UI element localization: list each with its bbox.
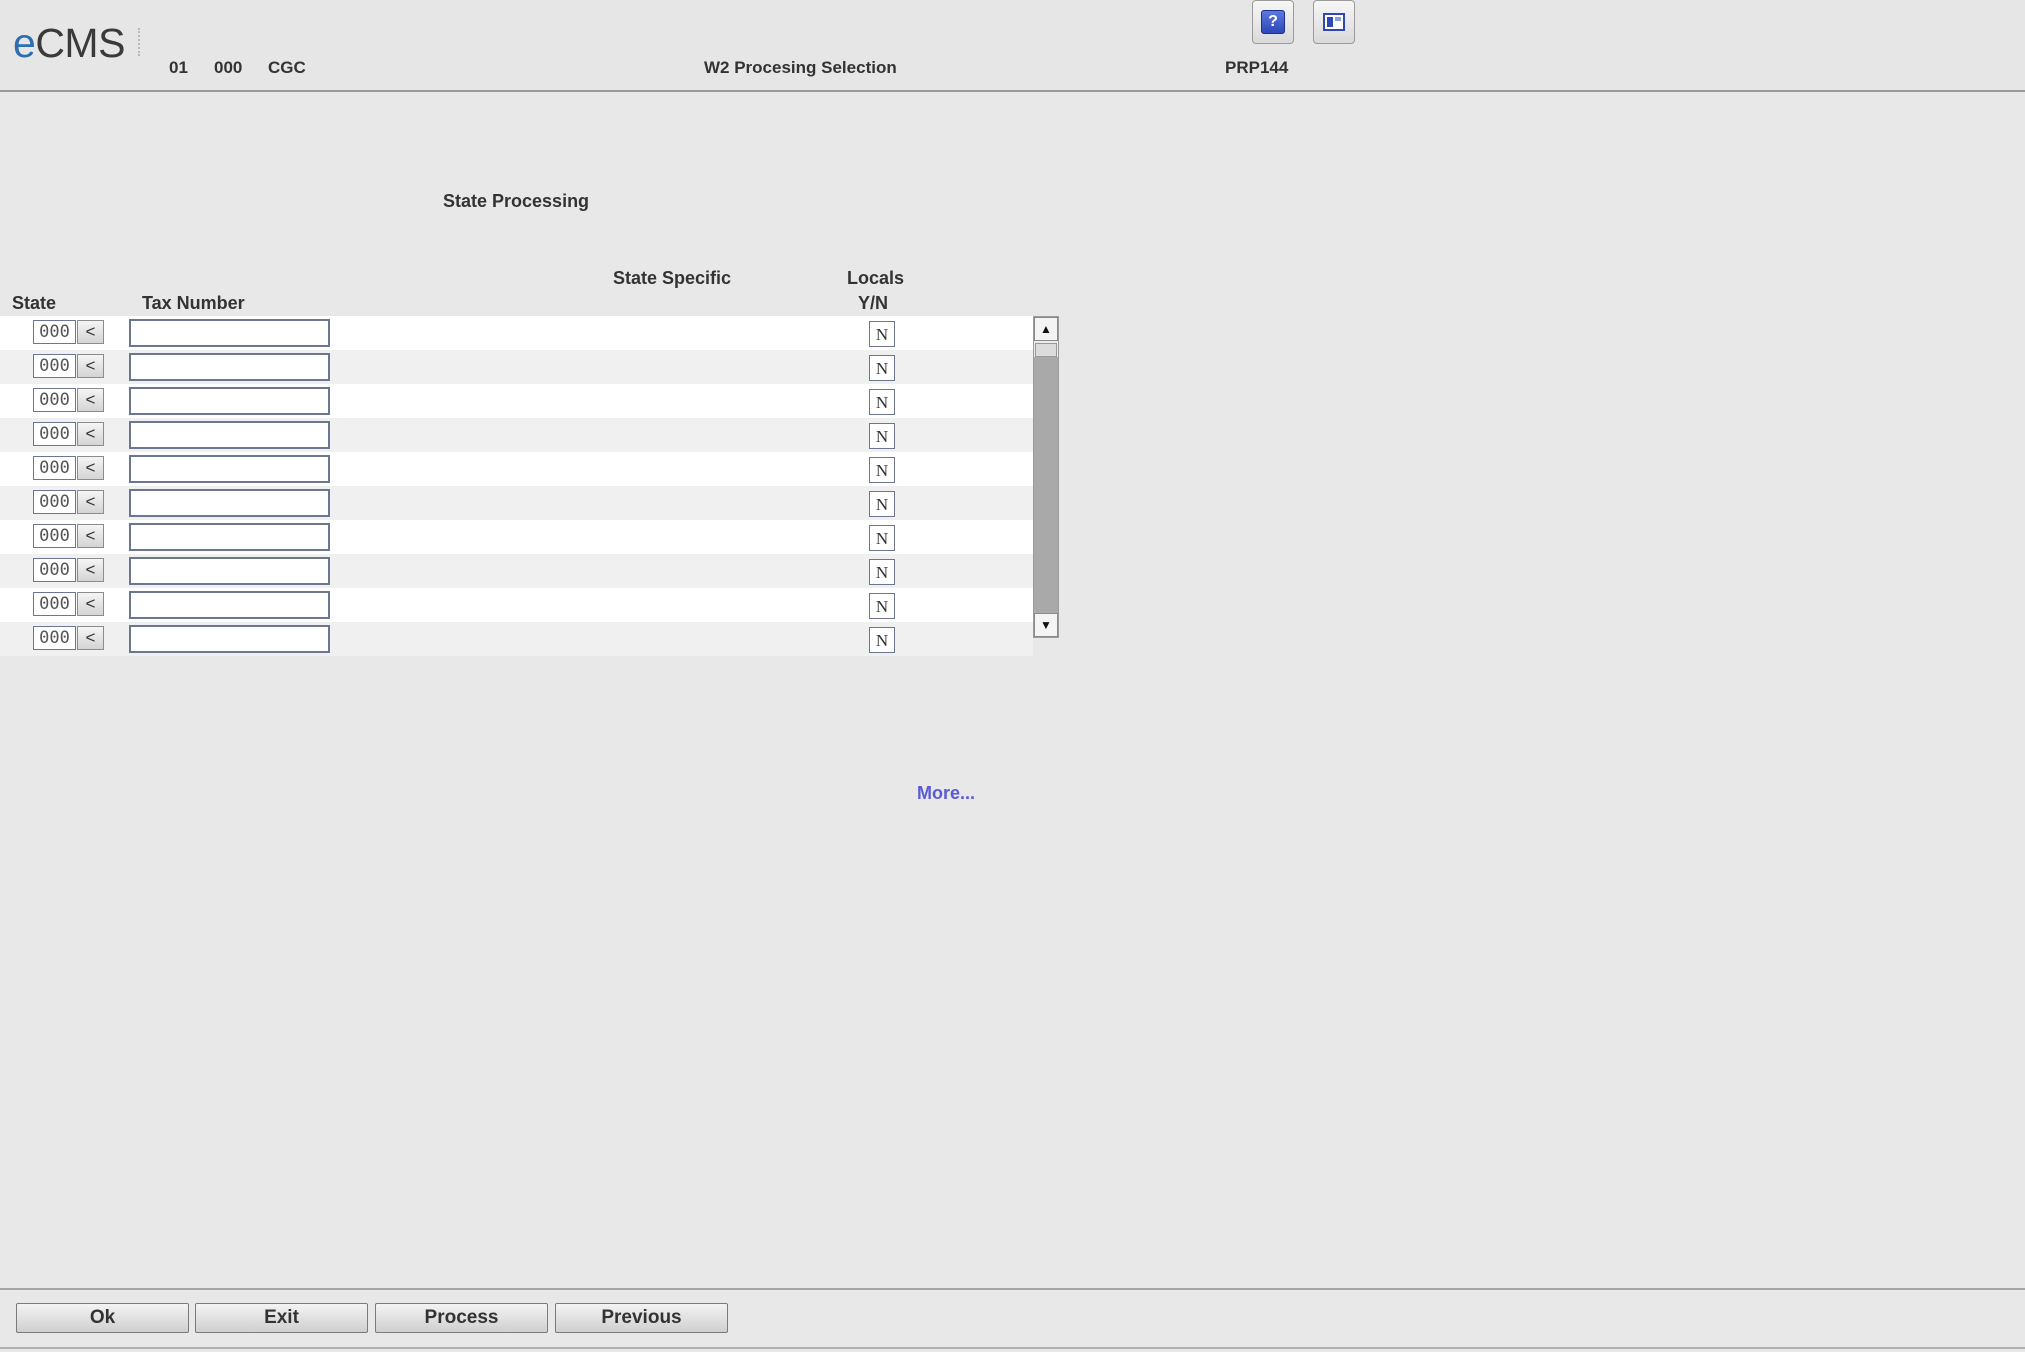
- state-code-field[interactable]: 000: [33, 626, 76, 650]
- state-prompt-button[interactable]: <: [77, 456, 104, 480]
- table-row: 000 < N: [0, 418, 1033, 452]
- table-row: 000 < N: [0, 554, 1033, 588]
- state-code-field[interactable]: 000: [33, 524, 76, 548]
- tax-number-input[interactable]: [129, 319, 330, 347]
- program-id: PRP144: [1225, 58, 1289, 77]
- locals-yn-field[interactable]: N: [869, 355, 895, 381]
- help-button[interactable]: ?: [1252, 0, 1294, 44]
- locals-yn-field[interactable]: N: [869, 559, 895, 585]
- tax-number-input[interactable]: [129, 421, 330, 449]
- state-prompt-button[interactable]: <: [77, 388, 104, 412]
- tax-number-input[interactable]: [129, 591, 330, 619]
- table-row: 000 < N: [0, 384, 1033, 418]
- column-header-locals-yn: Y/N: [858, 293, 889, 313]
- locals-yn-field[interactable]: N: [869, 457, 895, 483]
- scroll-track[interactable]: [1034, 357, 1058, 613]
- tax-number-input[interactable]: [129, 353, 330, 381]
- state-prompt-button[interactable]: <: [77, 558, 104, 582]
- state-code-field[interactable]: 000: [33, 490, 76, 514]
- tax-number-input[interactable]: [129, 387, 330, 415]
- previous-button[interactable]: Previous: [555, 1303, 728, 1333]
- scroll-up-icon[interactable]: ▲: [1034, 317, 1058, 341]
- state-code-field[interactable]: 000: [33, 422, 76, 446]
- tax-number-input[interactable]: [129, 625, 330, 653]
- locals-yn-field[interactable]: N: [869, 627, 895, 653]
- tax-number-input[interactable]: [129, 557, 330, 585]
- state-grid: 000 < N 000 < N 000 < N 000 < N 000 < N …: [0, 316, 1033, 656]
- scroll-thumb[interactable]: [1035, 343, 1057, 357]
- table-row: 000 < N: [0, 520, 1033, 554]
- question-mark-icon: ?: [1261, 10, 1285, 34]
- column-header-state-specific: State Specific: [613, 268, 732, 288]
- column-header-tax-number: Tax Number: [142, 293, 245, 313]
- grid-scrollbar[interactable]: ▲ ▼: [1033, 316, 1059, 638]
- state-code-field[interactable]: 000: [33, 558, 76, 582]
- header-bar: eCMS 01 000 CGC W2 Procesing Selection P…: [0, 0, 2025, 92]
- table-row: 000 < N: [0, 486, 1033, 520]
- locals-yn-field[interactable]: N: [869, 389, 895, 415]
- division-code: 000: [214, 58, 243, 77]
- state-prompt-button[interactable]: <: [77, 524, 104, 548]
- more-link[interactable]: More...: [917, 783, 975, 804]
- state-code-field[interactable]: 000: [33, 456, 76, 480]
- locals-yn-field[interactable]: N: [869, 525, 895, 551]
- company-code: 01: [169, 58, 188, 77]
- footer-bar: Ok Exit Process Previous: [0, 1288, 2025, 1352]
- locals-yn-field[interactable]: N: [869, 321, 895, 347]
- state-prompt-button[interactable]: <: [77, 354, 104, 378]
- table-row: 000 < N: [0, 452, 1033, 486]
- state-prompt-button[interactable]: <: [77, 626, 104, 650]
- ecms-logo: eCMS: [13, 20, 125, 66]
- process-button[interactable]: Process: [375, 1303, 548, 1333]
- table-row: 000 < N: [0, 316, 1033, 350]
- page-title: W2 Procesing Selection: [704, 58, 897, 77]
- locals-yn-field[interactable]: N: [869, 593, 895, 619]
- tax-number-input[interactable]: [129, 455, 330, 483]
- state-prompt-button[interactable]: <: [77, 320, 104, 344]
- table-row: 000 < N: [0, 622, 1033, 656]
- table-row: 000 < N: [0, 588, 1033, 622]
- app-code: CGC: [268, 58, 306, 77]
- state-prompt-button[interactable]: <: [77, 592, 104, 616]
- section-heading: State Processing: [443, 191, 590, 211]
- tax-number-input[interactable]: [129, 523, 330, 551]
- column-header-locals: Locals: [847, 268, 905, 288]
- exit-button[interactable]: Exit: [195, 1303, 368, 1333]
- state-code-field[interactable]: 000: [33, 354, 76, 378]
- window-button[interactable]: [1313, 0, 1355, 44]
- ok-button[interactable]: Ok: [16, 1303, 189, 1333]
- locals-yn-field[interactable]: N: [869, 423, 895, 449]
- table-row: 000 < N: [0, 350, 1033, 384]
- footer-divider: [0, 1347, 2025, 1349]
- scroll-down-icon[interactable]: ▼: [1034, 613, 1058, 637]
- tax-number-input[interactable]: [129, 489, 330, 517]
- window-icon: [1323, 13, 1345, 31]
- locals-yn-field[interactable]: N: [869, 491, 895, 517]
- state-prompt-button[interactable]: <: [77, 490, 104, 514]
- column-header-state: State: [12, 293, 57, 313]
- state-prompt-button[interactable]: <: [77, 422, 104, 446]
- state-code-field[interactable]: 000: [33, 388, 76, 412]
- state-code-field[interactable]: 000: [33, 320, 76, 344]
- logo-separator: [138, 28, 142, 56]
- state-code-field[interactable]: 000: [33, 592, 76, 616]
